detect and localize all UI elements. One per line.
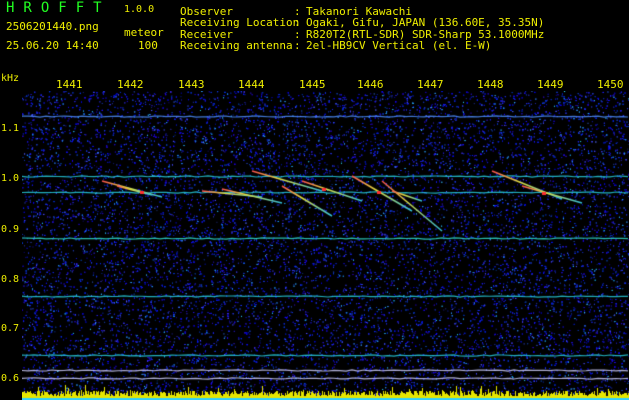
antenna-value: 2el-HB9CV Vertical (el. E-W) <box>306 39 492 52</box>
location-label: Receiving Location <box>180 16 300 29</box>
time-tick-label: 1448 <box>477 78 504 91</box>
location-separator: : <box>294 16 301 29</box>
header-panel: HROFFT 1.0.0 2506201440.png 25.06.20 14:… <box>0 0 629 72</box>
time-tick-label: 1445 <box>299 78 326 91</box>
hrofft-window: HROFFT 1.0.0 2506201440.png 25.06.20 14:… <box>0 0 629 400</box>
time-tick-label: 1446 <box>357 78 384 91</box>
time-tick-label: 1450 <box>597 78 624 91</box>
spectrogram <box>22 91 629 400</box>
time-tick-label: 1447 <box>417 78 444 91</box>
time-tick-label: 1442 <box>117 78 144 91</box>
time-axis: 1441 1442 1443 1444 1445 1446 1447 1448 … <box>0 78 629 92</box>
time-tick-label: 1449 <box>537 78 564 91</box>
freq-tick-label: 0.9 <box>1 224 20 235</box>
frequency-axis: 1.1 1.0 0.9 0.8 0.7 0.6 <box>0 0 22 400</box>
antenna-separator: : <box>294 39 301 52</box>
freq-tick-label: 1.1 <box>1 123 20 134</box>
app-version: 1.0.0 <box>124 4 155 15</box>
freq-tick-label: 0.6 <box>1 373 20 384</box>
antenna-label: Receiving antenna <box>180 39 293 52</box>
time-tick-label: 1444 <box>238 78 265 91</box>
freq-tick-label: 0.8 <box>1 274 20 285</box>
location-value: Ogaki, Gifu, JAPAN (136.60E, 35.35N) <box>306 16 545 29</box>
meteor-count-label: meteor <box>124 26 164 39</box>
meteor-count-value: 100 <box>138 39 158 52</box>
freq-tick-label: 0.7 <box>1 323 20 334</box>
time-tick-label: 1441 <box>56 78 83 91</box>
freq-tick-label: 1.0 <box>1 173 20 184</box>
time-tick-label: 1443 <box>178 78 205 91</box>
